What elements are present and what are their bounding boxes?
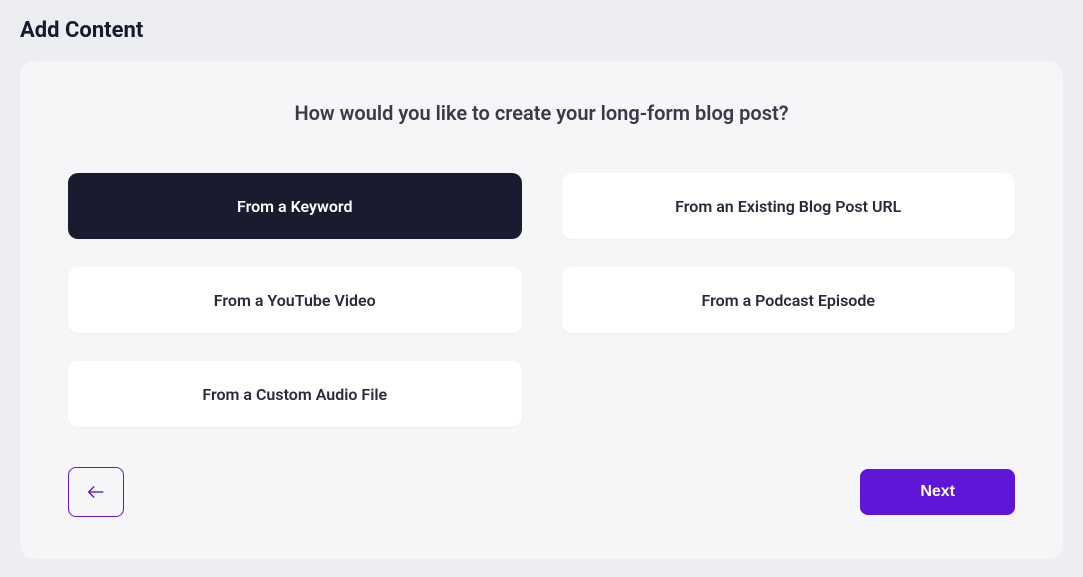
option-from-keyword[interactable]: From a Keyword — [68, 173, 522, 239]
options-grid: From a Keyword From an Existing Blog Pos… — [68, 173, 1015, 427]
option-from-youtube[interactable]: From a YouTube Video — [68, 267, 522, 333]
next-button[interactable]: Next — [860, 469, 1015, 515]
page-title: Add Content — [0, 0, 1083, 61]
option-label: From a Keyword — [237, 197, 353, 216]
option-from-audio-file[interactable]: From a Custom Audio File — [68, 361, 522, 427]
option-label: From a Custom Audio File — [202, 385, 387, 404]
option-label: From an Existing Blog Post URL — [675, 197, 901, 216]
footer: Next — [68, 467, 1015, 517]
option-from-podcast[interactable]: From a Podcast Episode — [562, 267, 1016, 333]
option-from-blog-url[interactable]: From an Existing Blog Post URL — [562, 173, 1016, 239]
content-card: How would you like to create your long-f… — [20, 61, 1063, 559]
arrow-left-icon — [85, 481, 107, 503]
option-label: From a YouTube Video — [214, 291, 376, 310]
back-button[interactable] — [68, 467, 124, 517]
option-label: From a Podcast Episode — [702, 291, 875, 310]
question-text: How would you like to create your long-f… — [68, 101, 1015, 125]
